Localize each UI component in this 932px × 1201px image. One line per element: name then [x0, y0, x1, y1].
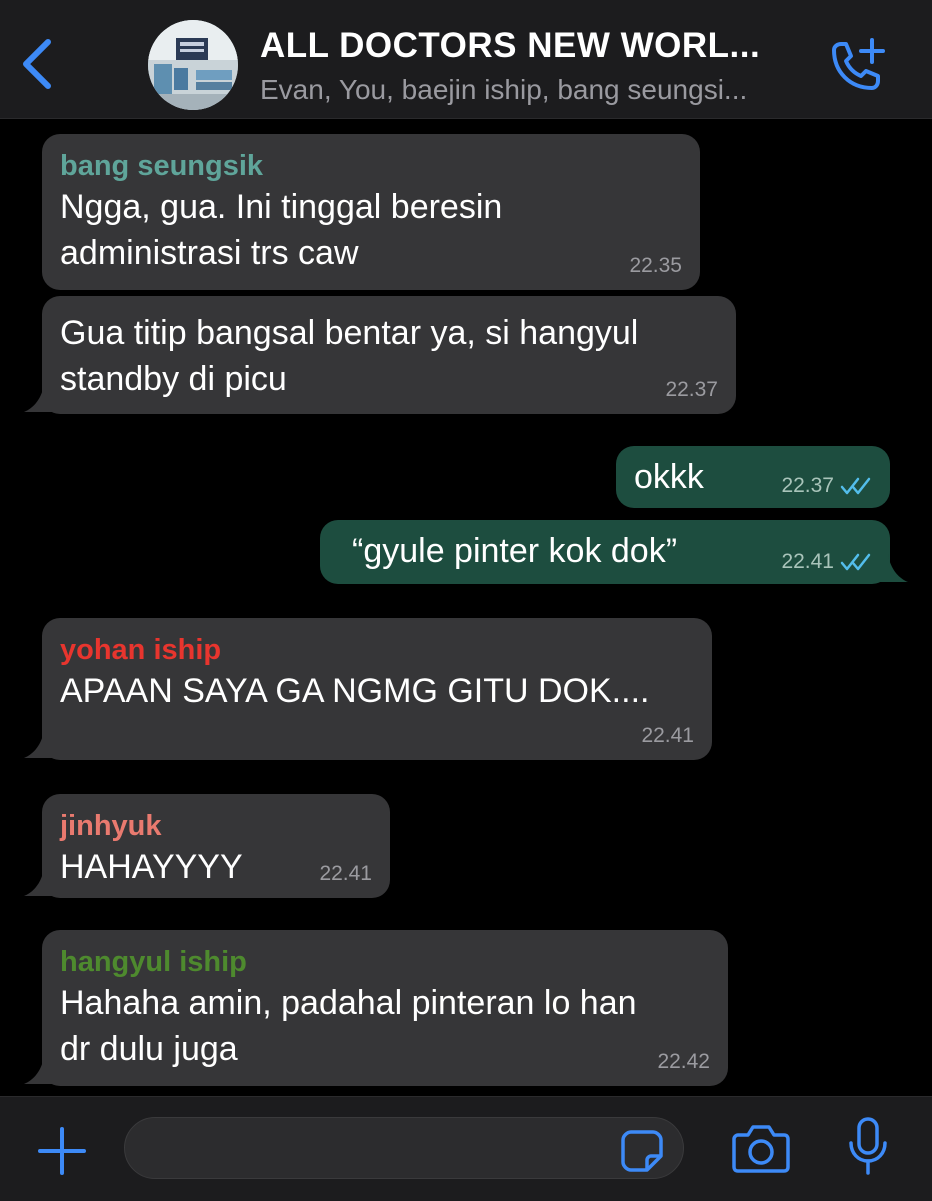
sticker-button[interactable]: [619, 1128, 665, 1174]
message-text: Hahaha amin, padahal pinteran lo han dr …: [60, 984, 637, 1068]
attach-button[interactable]: [36, 1125, 88, 1177]
chat-title[interactable]: ALL DOCTORS NEW WORL...: [260, 26, 760, 66]
message-bubble[interactable]: Gua titip bangsal bentar ya, si hangyul …: [42, 296, 736, 414]
message-time: 22.41: [641, 724, 694, 747]
camera-button[interactable]: [730, 1123, 792, 1175]
message-bubble[interactable]: okkk 22.37: [616, 446, 890, 508]
read-receipt-icon: [840, 553, 871, 571]
message-bubble[interactable]: jinhyuk HAHAYYYY 22.41: [42, 794, 390, 898]
chat-participants[interactable]: Evan, You, baejin iship, bang seungsi...: [260, 74, 747, 106]
plus-icon: [38, 1127, 86, 1175]
chat-header: ALL DOCTORS NEW WORL... Evan, You, baeji…: [0, 0, 932, 119]
message-input-container[interactable]: [124, 1117, 684, 1179]
back-button[interactable]: [18, 34, 58, 94]
add-call-button[interactable]: [824, 36, 888, 96]
message-text: Ngga, gua. Ini tinggal beresin administr…: [60, 188, 503, 272]
message-bubble[interactable]: hangyul iship Hahaha amin, padahal pinte…: [42, 930, 728, 1086]
message-text: Gua titip bangsal bentar ya, si hangyul …: [60, 314, 639, 398]
sticker-icon: [621, 1130, 663, 1172]
message-sender: jinhyuk: [60, 810, 162, 842]
microphone-icon: [849, 1117, 887, 1175]
group-avatar[interactable]: [148, 20, 238, 110]
message-bubble[interactable]: “gyule pinter kok dok” 22.41: [320, 520, 890, 584]
voice-message-button[interactable]: [846, 1115, 890, 1179]
message-bubble[interactable]: yohan iship APAAN SAYA GA NGMG GITU DOK.…: [42, 618, 712, 760]
message-bubble[interactable]: bang seungsik Ngga, gua. Ini tinggal ber…: [42, 134, 700, 290]
bubble-tail: [24, 868, 52, 896]
message-sender: hangyul iship: [60, 946, 247, 978]
message-input[interactable]: [145, 1128, 609, 1170]
bubble-tail: [24, 1056, 52, 1084]
chevron-left-icon: [23, 39, 51, 89]
message-time: 22.37: [781, 474, 872, 498]
bubble-tail: [880, 554, 908, 582]
message-text: APAAN SAYA GA NGMG GITU DOK....: [60, 672, 650, 710]
bubble-tail: [24, 730, 52, 758]
camera-icon: [732, 1125, 790, 1173]
message-sender: bang seungsik: [60, 150, 264, 182]
message-time: 22.37: [665, 378, 718, 401]
message-time: 22.41: [319, 862, 372, 885]
message-time: 22.42: [657, 1050, 710, 1073]
add-call-icon: [832, 38, 885, 90]
read-receipt-icon: [840, 477, 871, 495]
message-composer: [0, 1096, 932, 1201]
message-time: 22.41: [781, 550, 872, 574]
message-sender: yohan iship: [60, 634, 222, 666]
bubble-tail: [24, 384, 52, 412]
message-time: 22.35: [629, 254, 682, 277]
